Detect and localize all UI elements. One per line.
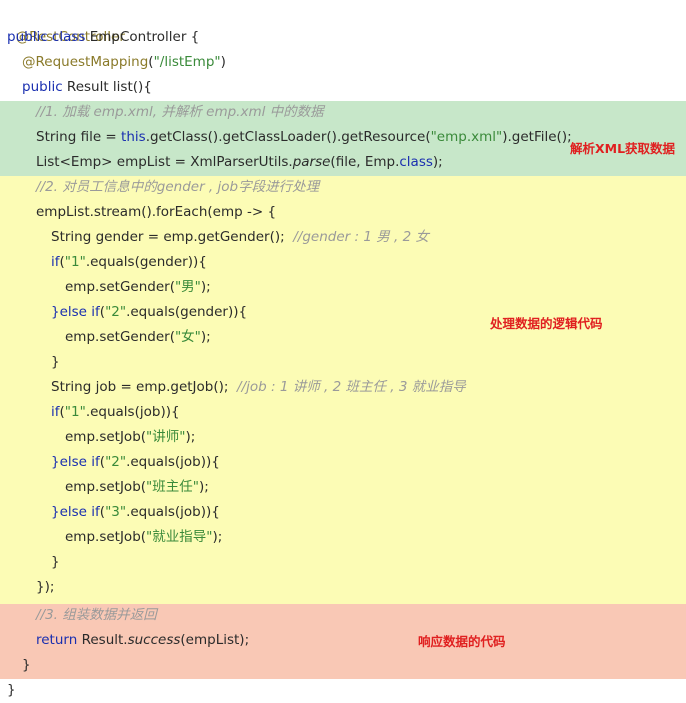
code-line-19: }else if("2".equals(job)){ [51, 450, 220, 475]
return-keyword: return [36, 632, 82, 648]
code-line-15: } [51, 350, 60, 375]
gender-male: "男" [174, 279, 201, 295]
code-line-6: String file = this.getClass().getClassLo… [36, 125, 572, 150]
job-career-guide: "就业指导" [146, 529, 213, 545]
parse-xml-label: 解析XML获取数据 [570, 141, 676, 156]
brace-close: } [51, 554, 60, 570]
close-paren-semi: ); [200, 329, 211, 345]
brace-close: } [51, 354, 60, 370]
class-name: EmpController { [89, 29, 200, 45]
code-line-12: emp.setGender("男"); [65, 275, 211, 300]
file-arg: "emp.xml" [430, 129, 503, 145]
code-line-11: if("1".equals(gender)){ [51, 250, 207, 275]
class-keyword: public class [7, 29, 90, 45]
job-str-2: "2" [105, 454, 127, 470]
job-if-rest: .equals(job)){ [85, 404, 180, 420]
code-line-20: emp.setJob("班主任"); [65, 475, 209, 500]
this-keyword: this [121, 129, 146, 145]
gender-if-rest: .equals(gender)){ [85, 254, 207, 270]
code-line-23: } [51, 550, 60, 575]
close-paren-semi: ); [200, 279, 211, 295]
success-method: success [127, 632, 181, 648]
request-mapping-path: "/listEmp" [153, 54, 221, 70]
code-line-25: //3. 组装数据并返回 [36, 603, 157, 628]
else-if-keyword: }else if [51, 304, 100, 320]
code-line-8: //2. 对员工信息中的gender , job字段进行处理 [36, 175, 319, 200]
code-line-26: return Result.success(empList); [36, 628, 249, 653]
code-line-9: empList.stream().forEach(emp -> { [36, 200, 276, 225]
response-label: 响应数据的代码 [418, 634, 506, 649]
code-line-2: public class EmpController { [7, 25, 199, 50]
stream-line: empList.stream().forEach(emp -> { [36, 204, 277, 220]
close-paren: ) [220, 54, 226, 70]
code-line-7: List<Emp> empList = XmlParserUtils.parse… [36, 150, 443, 175]
close-paren-semi: ); [185, 429, 196, 445]
job-comment: //job : 1 讲师 , 2 班主任 , 3 就业指导 [237, 379, 466, 395]
code-line-17: if("1".equals(job)){ [51, 400, 180, 425]
else-if-keyword: }else if [51, 454, 100, 470]
close-paren-semi: ); [198, 479, 209, 495]
class-literal: class [399, 154, 433, 170]
list-decl-b: (file, Emp. [330, 154, 400, 170]
job-if-rest: .equals(job)){ [126, 454, 220, 470]
return-b: (empList); [180, 632, 250, 648]
code-line-22: emp.setJob("就业指导"); [65, 525, 222, 550]
code-line-4: public Result list(){ [22, 75, 152, 100]
comment-2: //2. 对员工信息中的gender , job字段进行处理 [36, 179, 320, 195]
set-job: emp.setJob( [65, 479, 147, 495]
job-lecturer: "讲师" [146, 429, 186, 445]
code-line-13: }else if("2".equals(gender)){ [51, 300, 247, 325]
comment-1: //1. 加载 emp.xml, 并解析 emp.xml 中的数据 [36, 104, 324, 120]
code-line-1: @RestController [7, 0, 125, 45]
list-decl-c: ); [432, 154, 443, 170]
method-close: } [22, 657, 31, 673]
comment-3: //3. 组装数据并返回 [36, 607, 157, 623]
code-line-3: @RequestMapping("/listEmp") [22, 50, 226, 75]
set-gender: emp.setGender( [65, 329, 175, 345]
code-line-10: String gender = emp.getGender(); //gende… [51, 225, 429, 250]
close-paren-semi: ); [212, 529, 223, 545]
job-if-rest: .equals(job)){ [126, 504, 220, 520]
request-mapping-annotation: @RequestMapping [22, 54, 149, 70]
job-str-3: "3" [105, 504, 127, 520]
stream-close: }); [36, 579, 55, 595]
if-keyword: if [51, 404, 60, 420]
file-decl-b: .getClass().getClassLoader().getResource… [145, 129, 431, 145]
code-line-28: } [7, 678, 16, 703]
list-decl-a: List<Emp> empList = XmlParserUtils. [36, 154, 293, 170]
class-close: } [7, 682, 16, 698]
code-line-18: emp.setJob("讲师"); [65, 425, 195, 450]
return-a: Result. [81, 632, 128, 648]
gender-decl: String gender = emp.getGender(); [51, 229, 294, 245]
else-if-keyword: }else if [51, 504, 100, 520]
set-job: emp.setJob( [65, 429, 147, 445]
gender-female: "女" [174, 329, 201, 345]
set-gender: emp.setGender( [65, 279, 175, 295]
code-line-27: } [22, 653, 31, 678]
code-line-14: emp.setGender("女"); [65, 325, 211, 350]
set-job: emp.setJob( [65, 529, 147, 545]
gender-comment: //gender : 1 男 , 2 女 [293, 229, 429, 245]
job-head-teacher: "班主任" [146, 479, 199, 495]
public-keyword: public [22, 79, 67, 95]
code-line-5: //1. 加载 emp.xml, 并解析 emp.xml 中的数据 [36, 100, 324, 125]
parse-method: parse [292, 154, 331, 170]
logic-label: 处理数据的逻辑代码 [490, 316, 603, 331]
gender-str-1: "1" [64, 254, 86, 270]
file-decl-a: String file = [36, 129, 122, 145]
gender-str-2: "2" [105, 304, 127, 320]
gender-if-rest: .equals(gender)){ [126, 304, 248, 320]
code-line-16: String job = emp.getJob(); //job : 1 讲师 … [51, 375, 466, 400]
if-keyword: if [51, 254, 60, 270]
job-str-1: "1" [64, 404, 86, 420]
file-decl-c: ).getFile(); [502, 129, 572, 145]
method-signature: Result list(){ [66, 79, 152, 95]
code-line-24: }); [36, 575, 54, 600]
code-line-21: }else if("3".equals(job)){ [51, 500, 220, 525]
job-decl: String job = emp.getJob(); [51, 379, 238, 395]
